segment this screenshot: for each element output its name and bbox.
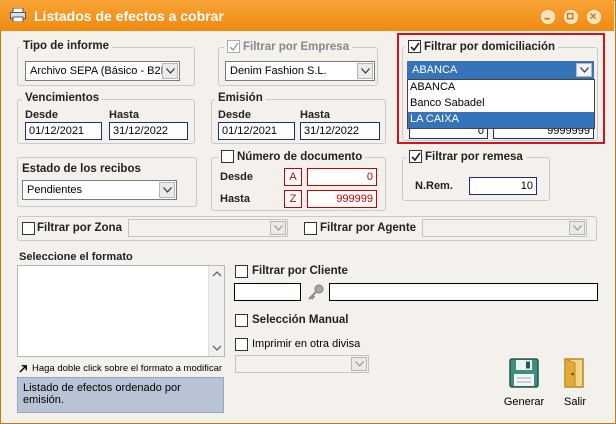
- vencimientos-hasta-input[interactable]: 31/12/2022: [109, 122, 188, 140]
- domiciliacion-dropdown: ABANCA Banco Sabadel LA CAIXA: [407, 79, 595, 129]
- window-title: Listados de efectos a cobrar: [34, 8, 224, 24]
- agente-select: [422, 219, 587, 237]
- salir-label: Salir: [563, 396, 586, 408]
- empresa-label: Filtrar por Empresa: [243, 40, 350, 53]
- estado-select[interactable]: Pendientes: [22, 180, 177, 200]
- exit-door-icon: [564, 358, 584, 388]
- chevron-down-icon[interactable]: [159, 182, 175, 198]
- numero-hasta-serie[interactable]: Z: [284, 190, 302, 208]
- close-button[interactable]: [587, 10, 601, 24]
- vencimientos-label: Vencimientos: [22, 92, 103, 104]
- dropdown-option-highlighted[interactable]: LA CAIXA: [408, 112, 594, 128]
- formato-description: Listado de efectos ordenado por emisión.: [17, 377, 224, 413]
- vencimientos-hasta-label: Hasta: [109, 109, 139, 121]
- formato-label: Seleccione el formato: [19, 251, 133, 263]
- tipo-informe-select[interactable]: Archivo SEPA (Básico - B2B): [25, 61, 180, 81]
- dropdown-option[interactable]: ABANCA: [408, 80, 594, 96]
- chevron-down-icon[interactable]: [576, 63, 592, 77]
- numero-documento-checkbox[interactable]: [221, 150, 234, 163]
- zona-checkbox[interactable]: [22, 222, 35, 235]
- key-icon[interactable]: [307, 283, 325, 301]
- agente-label: Filtrar por Agente: [320, 222, 417, 234]
- remesa-nrem-label: N.Rem.: [415, 180, 453, 192]
- check-icon: [409, 42, 420, 51]
- cliente-checkbox[interactable]: [235, 265, 248, 278]
- maximize-icon: [566, 12, 574, 20]
- scroll-down-icon[interactable]: [209, 343, 225, 353]
- numero-hasta-label: Hasta: [220, 193, 250, 205]
- divisa-select: [235, 355, 369, 373]
- emision-desde-input[interactable]: 01/12/2021: [218, 122, 295, 140]
- chevron-down-icon: [270, 221, 286, 235]
- vencimientos-desde-label: Desde: [25, 109, 59, 121]
- numero-desde-label: Desde: [220, 171, 254, 183]
- tipo-informe-value: Archivo SEPA (Básico - B2B): [30, 65, 172, 77]
- emision-hasta-label: Hasta: [300, 109, 330, 121]
- remesa-label: Filtrar por remesa: [425, 150, 523, 163]
- minimize-icon: [544, 17, 550, 20]
- maximize-button[interactable]: [564, 10, 578, 24]
- check-icon: [410, 152, 421, 161]
- empresa-checkbox[interactable]: [227, 40, 240, 53]
- numero-desde-serie[interactable]: A: [284, 168, 302, 186]
- chevron-down-icon[interactable]: [162, 63, 178, 79]
- empresa-header: Filtrar por Empresa: [224, 40, 353, 53]
- remesa-checkbox[interactable]: [409, 150, 422, 163]
- numero-desde-input[interactable]: 0: [307, 168, 377, 186]
- printer-icon: [10, 7, 26, 23]
- pointer-arrow-icon: [19, 364, 29, 374]
- seleccion-manual-checkbox[interactable]: [235, 314, 248, 327]
- numero-hasta-input[interactable]: 999999: [307, 190, 377, 208]
- salir-button[interactable]: Salir: [557, 357, 593, 411]
- domiciliacion-checkbox[interactable]: [408, 40, 421, 53]
- generar-label: Generar: [503, 396, 545, 408]
- emision-desde-label: Desde: [218, 109, 252, 121]
- chevron-down-icon: [357, 63, 373, 79]
- domiciliacion-value: ABANCA: [412, 64, 458, 76]
- tipo-informe-label: Tipo de informe: [20, 40, 113, 52]
- generar-button[interactable]: Generar: [502, 357, 546, 411]
- floppy-disk-icon: [509, 358, 539, 388]
- emision-label: Emisión: [215, 92, 266, 104]
- cliente-name-input[interactable]: [329, 283, 598, 301]
- domiciliacion-header: Filtrar por domiciliación: [405, 40, 558, 53]
- check-icon: [228, 42, 239, 51]
- dropdown-option[interactable]: Banco Sabadel: [408, 96, 594, 112]
- empresa-select: Denim Fashion S.L.: [225, 61, 375, 81]
- zona-label: Filtrar por Zona: [37, 222, 122, 234]
- agente-checkbox[interactable]: [304, 222, 317, 235]
- estado-label: Estado de los recibos: [22, 163, 141, 175]
- estado-value: Pendientes: [27, 184, 83, 196]
- divisa-checkbox[interactable]: [235, 338, 248, 351]
- formato-scrollbar[interactable]: [208, 266, 224, 356]
- chevron-down-icon: [569, 221, 585, 235]
- cliente-code-input[interactable]: [234, 283, 301, 301]
- numero-documento-header: Número de documento: [218, 150, 366, 163]
- domiciliacion-label: Filtrar por domiciliación: [424, 40, 555, 53]
- formato-listbox[interactable]: [17, 265, 225, 357]
- empresa-value: Denim Fashion S.L.: [230, 65, 327, 77]
- remesa-nrem-input[interactable]: 10: [469, 177, 537, 195]
- divisa-label: Imprimir en otra divisa: [252, 338, 361, 350]
- vencimientos-desde-input[interactable]: 01/12/2021: [25, 122, 102, 140]
- zona-select: [128, 219, 288, 237]
- minimize-button[interactable]: [541, 10, 555, 24]
- seleccion-manual-label: Selección Manual: [252, 314, 349, 326]
- close-icon: [590, 13, 597, 20]
- emision-hasta-input[interactable]: 31/12/2022: [300, 122, 380, 140]
- formato-hint: Haga doble click sobre el formato a modi…: [32, 363, 223, 374]
- domiciliacion-select[interactable]: ABANCA: [407, 61, 594, 79]
- scroll-up-icon[interactable]: [209, 269, 225, 279]
- chevron-down-icon: [351, 357, 367, 371]
- numero-documento-label: Número de documento: [237, 150, 363, 163]
- cliente-label: Filtrar por Cliente: [252, 265, 348, 277]
- remesa-header: Filtrar por remesa: [406, 150, 526, 163]
